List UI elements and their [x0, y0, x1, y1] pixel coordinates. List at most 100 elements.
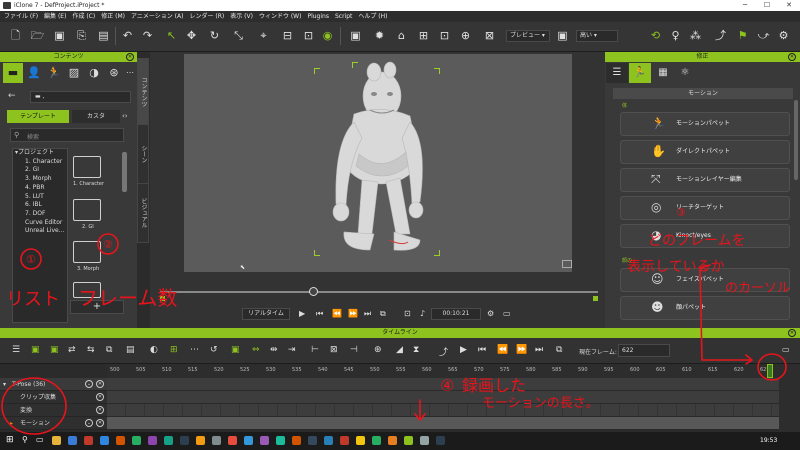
- move-tool-icon[interactable]: ✥: [184, 28, 199, 43]
- direct-puppet-button[interactable]: ✋ ダイレクトパペット: [620, 140, 790, 164]
- scale-tool-icon[interactable]: ⤡: [231, 28, 246, 43]
- loop-icon[interactable]: ⧉: [380, 309, 386, 319]
- refresh-icon[interactable]: ↺: [210, 345, 218, 355]
- menu-animation[interactable]: アニメーション (A): [131, 11, 183, 22]
- frame-selected-icon[interactable]: ⊡: [437, 28, 452, 43]
- filter-icon[interactable]: ▣: [50, 345, 59, 355]
- prev-frame-icon[interactable]: ⏪: [497, 345, 508, 355]
- track-toggle-icon[interactable]: ▣: [31, 345, 40, 355]
- menu-file[interactable]: ファイル (F): [4, 11, 38, 22]
- attributes-tab-icon[interactable]: ☰: [606, 63, 628, 83]
- expand-arrow-icon[interactable]: ▾: [3, 378, 6, 391]
- transition-icon[interactable]: ⋯: [190, 345, 199, 355]
- back-arrow-icon[interactable]: ←: [8, 91, 16, 101]
- menu-script[interactable]: Script: [335, 11, 352, 22]
- track-area-clip[interactable]: [107, 391, 779, 404]
- app-icon[interactable]: [164, 436, 173, 445]
- app-icon[interactable]: [116, 436, 125, 445]
- menu-create[interactable]: 作成 (C): [72, 11, 95, 22]
- panel-toggle-icon[interactable]: ▭: [503, 309, 511, 318]
- folder-thumb[interactable]: [73, 199, 101, 221]
- motion-tab-icon[interactable]: 🏃: [629, 63, 651, 83]
- tab-template[interactable]: テンプレート: [7, 110, 69, 123]
- grid-toggle-icon[interactable]: ⊠: [482, 28, 497, 43]
- record-icon[interactable]: ⊡: [404, 309, 411, 318]
- timeline-cursor[interactable]: [767, 364, 773, 378]
- tree-item[interactable]: 6. IBL: [13, 201, 67, 210]
- folder-tab-icon[interactable]: ▬: [3, 63, 23, 83]
- select-tool-icon[interactable]: ↖: [164, 28, 179, 43]
- render-icon[interactable]: ▤: [96, 28, 111, 43]
- menu-edit[interactable]: 編集 (E): [44, 11, 66, 22]
- minimize-button[interactable]: ─: [734, 0, 756, 11]
- save-icon[interactable]: ▣: [52, 28, 67, 43]
- add-content-button[interactable]: +: [70, 300, 124, 314]
- fit-icon[interactable]: ⇥: [288, 345, 296, 355]
- track-row-transform[interactable]: 変換 ✕: [0, 404, 107, 417]
- cut-icon[interactable]: ⇆: [87, 345, 95, 355]
- app-icon[interactable]: [420, 436, 429, 445]
- search-icon[interactable]: ⚲: [22, 435, 28, 444]
- track-area-transform[interactable]: [107, 404, 779, 417]
- app-icon[interactable]: [292, 436, 301, 445]
- pan-view-icon[interactable]: ⊕: [458, 28, 473, 43]
- snap-tool-icon[interactable]: ⌖: [256, 28, 271, 43]
- reach-target-button[interactable]: ◎ リーチターゲット: [620, 196, 790, 220]
- play-icon[interactable]: ▶: [460, 345, 467, 355]
- layer-icon[interactable]: ▣: [231, 345, 240, 355]
- iclone-icon[interactable]: [404, 436, 413, 445]
- steam-icon[interactable]: [180, 436, 189, 445]
- ramp-icon[interactable]: ◢: [396, 345, 403, 355]
- app-icon[interactable]: [244, 436, 253, 445]
- flag-icon[interactable]: ⚑: [735, 28, 750, 43]
- app-icon[interactable]: [148, 436, 157, 445]
- camera-view-icon[interactable]: ▣: [348, 28, 363, 43]
- tree-item[interactable]: 1. Character: [13, 158, 67, 167]
- viewport-3d[interactable]: ⬉: [184, 54, 572, 272]
- tree-item[interactable]: ▾プロジェクト: [13, 149, 67, 158]
- menu-view[interactable]: 表示 (V): [230, 11, 253, 22]
- current-frame-field[interactable]: 622: [618, 344, 670, 357]
- menu-modify[interactable]: 修正 (M): [101, 11, 125, 22]
- tree-item[interactable]: 3. Morph: [13, 175, 67, 184]
- loop-icon[interactable]: ⧉: [556, 345, 562, 355]
- insert-icon[interactable]: ⊢: [311, 345, 319, 355]
- visibility-eye-icon[interactable]: ◉: [320, 28, 335, 43]
- key-icon[interactable]: ⇄: [68, 345, 76, 355]
- tree-item[interactable]: Curve Editor: [13, 219, 67, 228]
- close-timeline-icon[interactable]: ✕: [788, 329, 796, 337]
- close-track-icon[interactable]: ✕: [96, 419, 104, 427]
- tab-custom[interactable]: カスタ: [72, 110, 120, 123]
- play-icon[interactable]: ▶: [299, 309, 305, 318]
- go-end-icon[interactable]: ⏭: [535, 345, 543, 355]
- new-file-icon[interactable]: 🗋: [8, 28, 23, 43]
- tree-item[interactable]: Unreal Live...: [13, 227, 67, 236]
- folder-thumb[interactable]: [73, 282, 101, 298]
- render-mode-icon[interactable]: ▣: [555, 28, 570, 43]
- menu-plugins[interactable]: Plugins: [307, 11, 329, 22]
- open-folder-icon[interactable]: 🗁: [30, 28, 45, 43]
- motion-tab-icon[interactable]: 🏃: [44, 63, 64, 83]
- close-window-button[interactable]: ✕: [778, 0, 800, 11]
- app-icon[interactable]: [196, 436, 205, 445]
- go-start-icon[interactable]: ⏮: [478, 345, 486, 355]
- expand-arrow-icon[interactable]: ▸: [10, 417, 13, 430]
- side-tab-scene[interactable]: シーン: [137, 124, 149, 184]
- timecode-field[interactable]: 00:10:21: [431, 308, 481, 320]
- face-puppet-button[interactable]: ☺ フェイスパペット: [620, 268, 790, 292]
- app-icon[interactable]: [436, 436, 445, 445]
- export-range-icon[interactable]: ⤴: [439, 345, 448, 358]
- track-row-tpose[interactable]: ▾ T-Pose (36) ⌄ ✕: [0, 378, 107, 391]
- app-icon[interactable]: [340, 436, 349, 445]
- close-track-icon[interactable]: ✕: [96, 380, 104, 388]
- collapse-icon[interactable]: ⌄: [85, 419, 93, 427]
- menu-icon[interactable]: ☰: [12, 345, 20, 355]
- light-icon[interactable]: ✹: [372, 28, 387, 43]
- close-panel-icon[interactable]: ✕: [126, 53, 134, 61]
- playback-slider-handle[interactable]: [309, 287, 318, 296]
- add-key-icon[interactable]: ⊞: [170, 345, 178, 355]
- app-icon[interactable]: [212, 436, 221, 445]
- timeline-options-icon[interactable]: ▭: [782, 345, 790, 354]
- folder-thumb[interactable]: [73, 156, 101, 178]
- app-icon[interactable]: [356, 436, 365, 445]
